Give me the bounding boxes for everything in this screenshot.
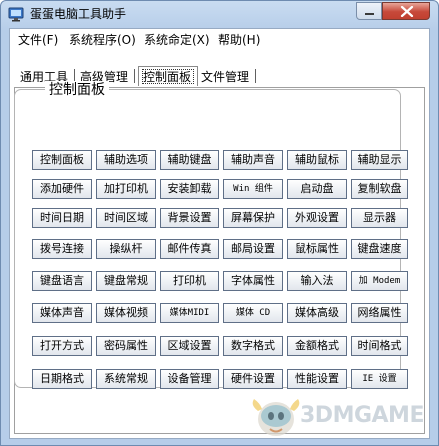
accessibility-mouse-button[interactable]: 辅助鼠标 xyxy=(287,150,347,170)
watermark: 3DMGAME xyxy=(238,389,438,445)
hardware-settings-button[interactable]: 硬件设置 xyxy=(223,369,283,389)
app-icon xyxy=(8,6,24,22)
menu-system-commands[interactable]: 系统命定(X) xyxy=(144,32,210,48)
ie-settings-button[interactable]: IE 设置 xyxy=(351,369,408,389)
dial-up-connection-button[interactable]: 拨号连接 xyxy=(32,239,92,259)
joystick-button[interactable]: 操纵杆 xyxy=(96,239,156,259)
add-printer-button[interactable]: 加打印机 xyxy=(96,179,156,199)
keyboard-language-button[interactable]: 键盘语言 xyxy=(32,271,92,291)
mascot-icon xyxy=(252,399,300,436)
input-method-button[interactable]: 输入法 xyxy=(287,271,347,291)
screen-saver-button[interactable]: 屏幕保护 xyxy=(223,208,283,228)
mouse-properties-button[interactable]: 鼠标属性 xyxy=(287,239,347,259)
accessibility-sound-button[interactable]: 辅助声音 xyxy=(223,150,283,170)
media-video-button[interactable]: 媒体视频 xyxy=(96,303,156,323)
add-hardware-button[interactable]: 添加硬件 xyxy=(32,179,92,199)
font-properties-button[interactable]: 字体属性 xyxy=(223,271,283,291)
control-panel-button[interactable]: 控制面板 xyxy=(32,150,92,170)
media-cd-button[interactable]: 媒体 CD xyxy=(223,303,283,323)
watermark-text: 3DMGAME xyxy=(300,403,424,428)
menu-bar: 文件(F) 系统程序(O) 系统命定(X) 帮助(H) xyxy=(10,29,429,51)
copy-floppy-button[interactable]: 复制软盘 xyxy=(351,179,408,199)
tab-file-management[interactable]: 文件管理 xyxy=(201,69,249,85)
add-modem-button[interactable]: 加 Modem xyxy=(351,271,408,291)
tab-control-panel[interactable]: 控制面板 xyxy=(143,69,191,85)
accessibility-display-button[interactable]: 辅助显示 xyxy=(351,150,408,170)
password-properties-button[interactable]: 密码属性 xyxy=(96,336,156,356)
menu-help[interactable]: 帮助(H) xyxy=(218,32,260,48)
performance-settings-button[interactable]: 性能设置 xyxy=(287,369,347,389)
regional-settings-button[interactable]: 区域设置 xyxy=(160,336,219,356)
app-window: 蛋蛋电脑工具助手 文件(F) 系统程序(O) 系统命定(X) 帮助(H) 通用工… xyxy=(0,0,439,446)
group-title: 控制面板 xyxy=(45,81,109,99)
close-button[interactable] xyxy=(382,2,430,20)
media-advanced-button[interactable]: 媒体高级 xyxy=(287,303,347,323)
system-general-button[interactable]: 系统常规 xyxy=(96,369,156,389)
menu-file[interactable]: 文件(F) xyxy=(18,32,58,48)
keyboard-general-button[interactable]: 键盘常规 xyxy=(96,271,156,291)
windows-components-button[interactable]: Win 组件 xyxy=(223,179,283,199)
minimize-icon xyxy=(365,13,374,15)
appearance-settings-button[interactable]: 外观设置 xyxy=(287,208,347,228)
minimize-button[interactable] xyxy=(356,2,382,20)
mail-fax-button[interactable]: 邮件传真 xyxy=(160,239,219,259)
monitor-button[interactable]: 显示器 xyxy=(351,208,408,228)
media-sound-button[interactable]: 媒体声音 xyxy=(32,303,92,323)
date-time-button[interactable]: 时间日期 xyxy=(32,208,92,228)
keyboard-speed-button[interactable]: 键盘速度 xyxy=(351,239,408,259)
currency-format-button[interactable]: 金额格式 xyxy=(287,336,347,356)
number-format-button[interactable]: 数字格式 xyxy=(223,336,283,356)
open-with-button[interactable]: 打开方式 xyxy=(32,336,92,356)
accessibility-options-button[interactable]: 辅助选项 xyxy=(96,150,156,170)
accessibility-keyboard-button[interactable]: 辅助键盘 xyxy=(160,150,219,170)
menu-system-programs[interactable]: 系统程序(O) xyxy=(69,32,136,48)
printers-button[interactable]: 打印机 xyxy=(160,271,219,291)
date-format-button[interactable]: 日期格式 xyxy=(32,369,92,389)
device-manager-button[interactable]: 设备管理 xyxy=(160,369,219,389)
time-format-button[interactable]: 时间格式 xyxy=(351,336,408,356)
close-icon xyxy=(400,6,414,17)
window-title: 蛋蛋电脑工具助手 xyxy=(30,7,127,21)
background-settings-button[interactable]: 背景设置 xyxy=(160,208,219,228)
tab-divider xyxy=(134,69,135,83)
network-properties-button[interactable]: 网络属性 xyxy=(351,303,408,323)
post-office-settings-button[interactable]: 邮局设置 xyxy=(223,239,283,259)
time-zone-button[interactable]: 时间区域 xyxy=(96,208,156,228)
media-midi-button[interactable]: 媒体MIDI xyxy=(160,303,219,323)
install-uninstall-button[interactable]: 安装卸载 xyxy=(160,179,219,199)
startup-disk-button[interactable]: 启动盘 xyxy=(287,179,347,199)
title-bar[interactable]: 蛋蛋电脑工具助手 xyxy=(1,1,438,27)
tab-divider xyxy=(255,69,256,83)
